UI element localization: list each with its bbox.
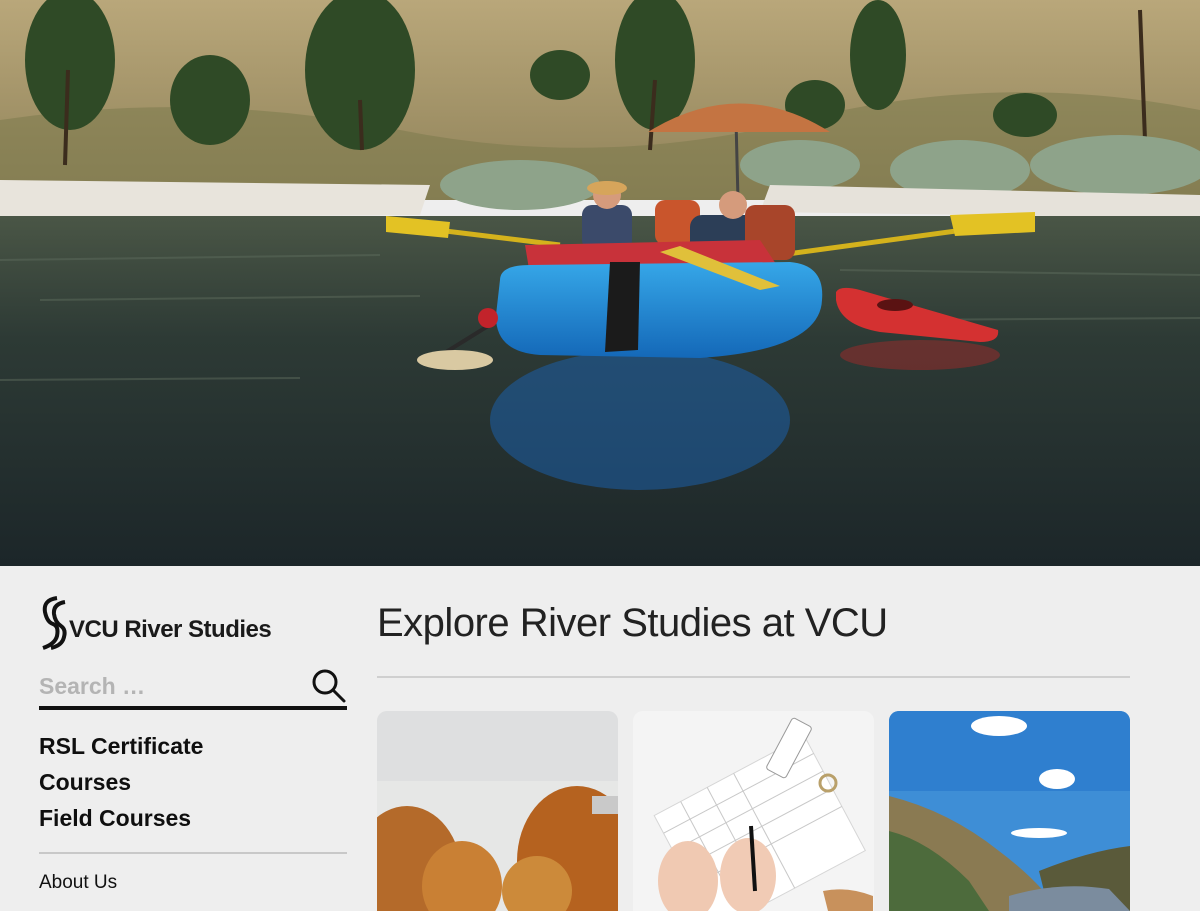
river-s-logo-icon xyxy=(42,596,67,650)
site-name: VCU River Studies xyxy=(69,616,272,643)
primary-nav: RSL Certificate Courses Field Courses xyxy=(39,728,347,836)
card-image xyxy=(377,711,618,911)
card-row xyxy=(377,711,1130,911)
card-image xyxy=(633,711,874,911)
card-notebook[interactable] xyxy=(633,711,874,911)
card-autumn-trees[interactable] xyxy=(377,711,618,911)
search-icon xyxy=(312,669,346,703)
site-logo[interactable]: VCU River Studies xyxy=(39,596,347,650)
page-title: Explore River Studies at VCU xyxy=(377,601,888,645)
hero-image xyxy=(0,0,1200,566)
nav-item-field-courses[interactable]: Field Courses xyxy=(39,800,347,836)
sidebar: VCU River Studies RSL Certificate Course… xyxy=(39,596,347,894)
nav-item-about-us[interactable]: About Us xyxy=(39,872,347,894)
nav-item-rsl-certificate[interactable]: RSL Certificate xyxy=(39,728,347,764)
nav-divider xyxy=(39,852,347,854)
main-content: Explore River Studies at VCU xyxy=(377,596,1130,911)
search-button[interactable] xyxy=(311,668,347,704)
nav-item-courses[interactable]: Courses xyxy=(39,764,347,800)
card-image xyxy=(889,711,1130,911)
search-input[interactable] xyxy=(39,666,309,706)
card-river-valley[interactable] xyxy=(889,711,1130,911)
title-divider xyxy=(377,676,1130,678)
search-bar xyxy=(39,666,347,710)
